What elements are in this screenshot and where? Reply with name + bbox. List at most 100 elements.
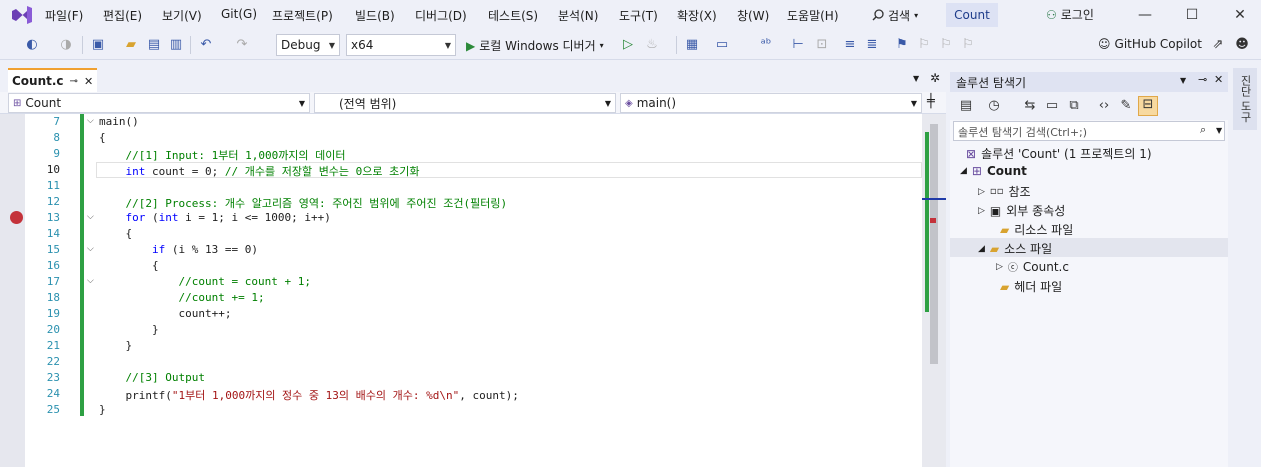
start-debugging-button[interactable]: ▶ 로컬 Windows 디버거 ▾: [466, 37, 604, 54]
diagnostic-tools-tab[interactable]: 진단 도구: [1233, 68, 1257, 130]
show-all-files-icon[interactable]: ⧉: [1066, 98, 1082, 114]
collapse-icon[interactable]: ⌵: [87, 116, 97, 126]
uncomment-icon[interactable]: ≣: [864, 37, 880, 53]
member-value: main(): [636, 96, 677, 110]
menu-edit[interactable]: 편집(E): [103, 7, 142, 24]
sync-icon[interactable]: ⇆: [1022, 98, 1038, 114]
menu-file[interactable]: 파일(F): [45, 7, 83, 24]
chevron-down-icon[interactable]: ▼: [1216, 126, 1222, 135]
solution-search-input[interactable]: 솔루션 탐색기 검색(Ctrl+;): [953, 121, 1225, 141]
project-select[interactable]: ⊞ Count ▼: [8, 93, 310, 113]
member-select[interactable]: ◈ main() ▼: [620, 93, 922, 113]
menu-debug[interactable]: 디버그(D): [415, 7, 467, 24]
toolbar-separator: [82, 36, 83, 54]
collapse-icon[interactable]: ⌵: [87, 276, 97, 286]
solution-explorer-title-bar: 솔루션 탐색기 ▼ ⊸ ✕: [950, 72, 1228, 92]
history-icon[interactable]: ◷: [986, 98, 1002, 114]
menu-project[interactable]: 프로젝트(P): [272, 7, 333, 24]
login-button[interactable]: ⚇ 로그인: [1046, 6, 1094, 23]
menu-analyze[interactable]: 분석(N): [558, 7, 598, 24]
save-icon[interactable]: ▤: [146, 37, 162, 53]
github-copilot-button[interactable]: ☺ GitHub Copilot: [1098, 37, 1202, 51]
tree-item-solution[interactable]: ⊠ 솔루션 'Count' (1 프로젝트의 1): [966, 145, 1152, 162]
forward-icon[interactable]: ◑: [58, 37, 74, 53]
menu-test[interactable]: 테스트(S): [488, 7, 538, 24]
tree-item-project[interactable]: ◢ ⊞ Count: [960, 164, 1027, 178]
tree-item-external-dependencies[interactable]: ▷ ▣ 외부 종속성: [978, 202, 1065, 219]
bookmark-set-icon[interactable]: ⊡: [814, 37, 830, 53]
code-view-icon[interactable]: ‹›: [1096, 98, 1112, 114]
collapse-all-icon[interactable]: ▭: [1044, 98, 1060, 114]
solution-icon: ⊠: [966, 146, 977, 161]
tree-item-references[interactable]: ▷ ▫▫ 참조: [978, 183, 1031, 200]
open-folder-icon[interactable]: ▰: [123, 37, 139, 53]
browse-icon[interactable]: ▦: [684, 37, 700, 53]
tree-item-resource-files[interactable]: ▰ 리소스 파일: [1000, 221, 1073, 238]
close-icon[interactable]: ✕: [1214, 73, 1223, 86]
new-project-icon[interactable]: ▣: [90, 37, 106, 53]
minimize-icon[interactable]: —: [1137, 7, 1153, 23]
scope-select[interactable]: (전역 범위) ▼: [314, 93, 616, 113]
tree-item-label: 솔루션 'Count' (1 프로젝트의 1): [981, 147, 1152, 161]
line-number: 10: [46, 163, 60, 176]
collapse-icon[interactable]: ⌵: [87, 212, 97, 222]
line-number: 14: [46, 227, 60, 240]
vertical-scrollbar[interactable]: [922, 114, 946, 467]
menu-tools[interactable]: 도구(T): [619, 7, 658, 24]
document-tab-strip: Count.c ⊸ ✕ ▼ ✲: [0, 62, 946, 92]
platform-select[interactable]: x64 ▼: [346, 34, 456, 56]
start-without-debugging-icon[interactable]: ▷: [620, 37, 636, 53]
menu-view[interactable]: 보기(V): [162, 7, 202, 24]
back-icon[interactable]: ◐: [24, 37, 40, 53]
menu-build[interactable]: 빌드(B): [355, 7, 395, 24]
tree-item-header-files[interactable]: ▰ 헤더 파일: [1000, 278, 1062, 295]
layout-icon[interactable]: ▭: [714, 37, 730, 53]
collapsed-icon: ▷: [996, 261, 1003, 272]
feedback-icon[interactable]: ☻: [1234, 37, 1250, 53]
menu-git[interactable]: Git(G): [221, 7, 257, 21]
bookmark-icon[interactable]: ⚑: [894, 37, 910, 53]
code-line: int count = 0; // 개수를 저장할 변수는 0으로 초기화: [125, 165, 420, 178]
tab-count-c[interactable]: Count.c ⊸ ✕: [8, 68, 97, 92]
breakpoint-icon[interactable]: [10, 211, 23, 224]
step-icon[interactable]: ⊢: [790, 37, 806, 53]
spell-check-icon[interactable]: ᵃᵇ: [758, 37, 774, 53]
split-icon[interactable]: ╪: [927, 94, 935, 109]
preview-selected-icon[interactable]: ⊟: [1138, 96, 1158, 116]
tree-item-source-files[interactable]: ◢ ▰ 소스 파일: [978, 240, 1052, 257]
hot-reload-icon[interactable]: ♨: [644, 37, 660, 53]
menu-extensions[interactable]: 확장(X): [677, 7, 717, 24]
indicator-margin[interactable]: [0, 114, 25, 467]
menu-help[interactable]: 도움말(H): [787, 7, 839, 24]
close-icon[interactable]: ✕: [84, 75, 93, 88]
save-all-icon[interactable]: ▥: [168, 37, 184, 53]
switch-views-icon[interactable]: ▤: [958, 98, 974, 114]
comment-icon[interactable]: ≡: [842, 37, 858, 53]
clear-bookmarks-icon[interactable]: ⚐: [960, 37, 976, 53]
code-line: {: [99, 131, 106, 144]
pin-icon[interactable]: ⊸: [1198, 73, 1207, 86]
code-line: }: [99, 323, 159, 336]
share-icon[interactable]: ⇗: [1210, 37, 1226, 53]
next-bookmark-icon[interactable]: ⚐: [938, 37, 954, 53]
redo-icon[interactable]: ↷: [234, 37, 250, 53]
previous-bookmark-icon[interactable]: ⚐: [916, 37, 932, 53]
tree-item-count-c[interactable]: ▷ ⓒ Count.c: [996, 259, 1069, 275]
chevron-down-icon[interactable]: ▼: [1180, 76, 1186, 85]
play-icon: ▶: [466, 38, 476, 53]
search-button[interactable]: 검색 ▾: [866, 4, 924, 26]
pin-icon[interactable]: ⊸: [70, 76, 78, 87]
close-icon[interactable]: ✕: [1232, 7, 1248, 23]
maximize-icon[interactable]: ☐: [1184, 7, 1200, 23]
scrollbar-thumb[interactable]: [930, 124, 938, 364]
configuration-select[interactable]: Debug ▼: [276, 34, 340, 56]
tree-item-label: 참조: [1008, 185, 1031, 199]
properties-icon[interactable]: ✎: [1118, 98, 1134, 114]
chevron-down-icon[interactable]: ▼: [913, 74, 919, 83]
search-icon[interactable]: ⌕: [1200, 123, 1206, 137]
line-number: 8: [53, 131, 60, 144]
undo-icon[interactable]: ↶: [198, 37, 214, 53]
menu-window[interactable]: 창(W): [737, 7, 769, 24]
gear-icon[interactable]: ✲: [930, 71, 940, 85]
collapse-icon[interactable]: ⌵: [87, 244, 97, 254]
